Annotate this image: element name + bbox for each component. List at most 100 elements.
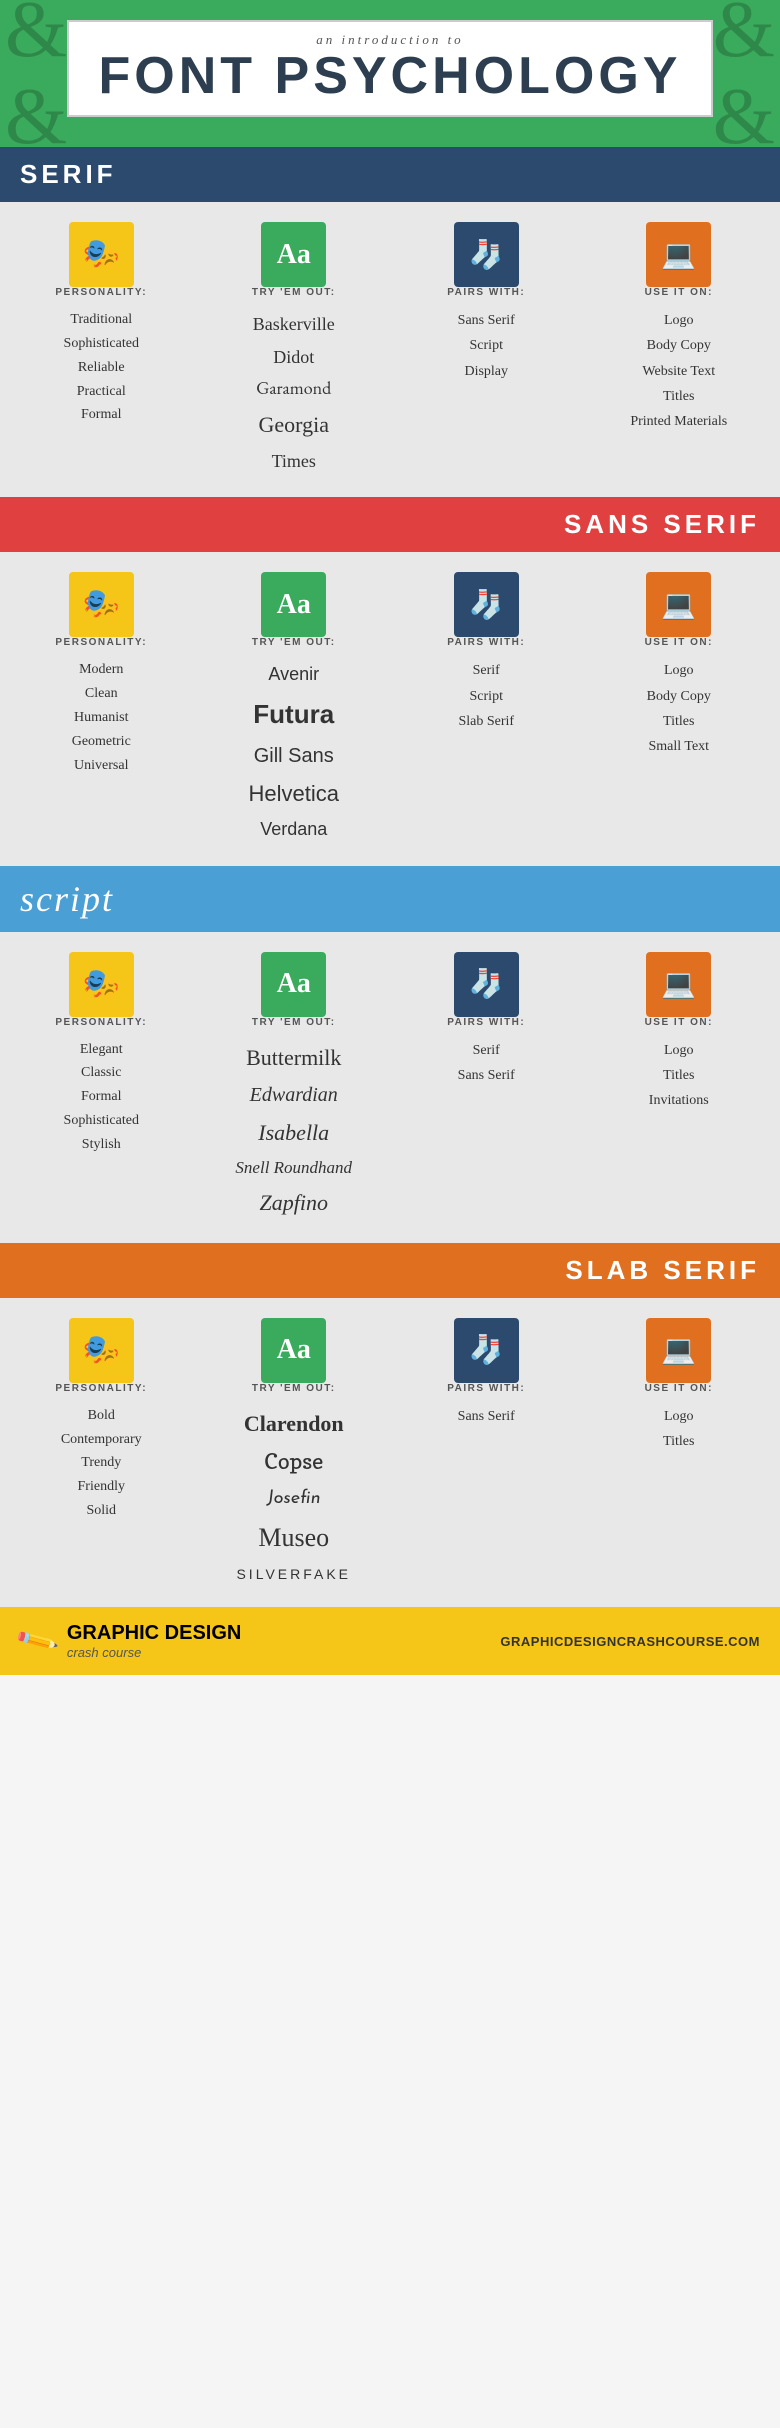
tryout-header: TRY 'EM OUT:: [252, 1017, 336, 1028]
pairs-header: PAIRS WITH:: [447, 637, 525, 648]
col-personality-sans-serif: 🎭PERSONALITY:ModernCleanHumanistGeometri…: [10, 572, 193, 845]
section-content-slab-serif: 🎭PERSONALITY:BoldContemporaryTrendyFrien…: [0, 1298, 780, 1608]
personality-item: Sophisticated: [64, 1109, 139, 1133]
tryout-icon: Aa: [261, 222, 326, 287]
col-useit-serif: 💻USE IT ON:LogoBody CopyWebsite TextTitl…: [588, 222, 771, 477]
section-label-script: script: [0, 866, 780, 932]
col-pairs-script: 🧦PAIRS WITH:SerifSans Serif: [395, 952, 578, 1223]
pairs-icon: 🧦: [454, 222, 519, 287]
tryout-item: Gill Sans: [249, 738, 339, 774]
useit-item: Titles: [649, 1063, 709, 1088]
useit-item: Small Text: [647, 734, 711, 759]
useit-icon: 💻: [646, 952, 711, 1017]
personality-icon: 🎭: [69, 952, 134, 1017]
tryout-header: TRY 'EM OUT:: [252, 637, 336, 648]
pairs-icon: 🧦: [454, 572, 519, 637]
tryout-item: SILVERFAKE: [236, 1562, 351, 1587]
col-useit-script: 💻USE IT ON:LogoTitlesInvitations: [588, 952, 771, 1223]
personality-item: Reliable: [64, 356, 139, 380]
tryout-item: Helvetica: [249, 774, 339, 814]
pairs-item: Script: [458, 684, 514, 709]
pencil-icon: ✏️: [14, 1618, 61, 1665]
personality-item: Humanist: [72, 706, 131, 730]
col-tryout-slab-serif: AaTRY 'EM OUT:ClarendonCopseJosefinMuseo…: [203, 1318, 386, 1588]
useit-item: Invitations: [649, 1088, 709, 1113]
useit-header: USE IT ON:: [645, 637, 713, 648]
pairs-item: Serif: [458, 658, 514, 683]
useit-item: Titles: [663, 1429, 694, 1454]
tryout-icon: Aa: [261, 952, 326, 1017]
useit-item: Logo: [630, 308, 727, 333]
footer-brand-bold: GRAPHIC DESIGN: [67, 1621, 241, 1645]
tryout-item: Buttermilk: [235, 1038, 352, 1078]
tryout-item: Zapfino: [235, 1183, 352, 1223]
tryout-icon: Aa: [261, 572, 326, 637]
personality-item: Stylish: [64, 1133, 139, 1157]
tryout-item: Clarendon: [236, 1404, 351, 1444]
useit-icon: 💻: [646, 572, 711, 637]
section-content-script: 🎭PERSONALITY:ElegantClassicFormalSophist…: [0, 932, 780, 1243]
tryout-header: TRY 'EM OUT:: [252, 1383, 336, 1394]
personality-item: Universal: [72, 754, 131, 778]
pairs-icon: 🧦: [454, 952, 519, 1017]
footer-url: GRAPHICDESIGNCRASHCOURSE.COM: [500, 1634, 760, 1649]
header: & & & & an introduction to FONT PSYCHOLO…: [0, 0, 780, 147]
section-content-sans-serif: 🎭PERSONALITY:ModernCleanHumanistGeometri…: [0, 552, 780, 865]
deco-tl: &: [5, 0, 67, 70]
pairs-item: Sans Serif: [458, 1404, 515, 1429]
personality-icon: 🎭: [69, 1318, 134, 1383]
useit-item: Body Copy: [630, 333, 727, 358]
useit-item: Titles: [630, 384, 727, 409]
header-title-box: an introduction to FONT PSYCHOLOGY: [67, 20, 714, 117]
pairs-item: Sans Serif: [458, 1063, 515, 1088]
useit-header: USE IT ON:: [645, 1017, 713, 1028]
personality-item: Traditional: [64, 308, 139, 332]
personality-item: Formal: [64, 1085, 139, 1109]
tryout-item: Futura: [249, 691, 339, 738]
useit-item: Titles: [647, 709, 711, 734]
footer: ✏️ GRAPHIC DESIGN crash course GRAPHICDE…: [0, 1607, 780, 1675]
col-tryout-serif: AaTRY 'EM OUT:BaskervilleDidotGaramondGe…: [203, 222, 386, 477]
deco-br: &: [713, 77, 775, 147]
personality-icon: 🎭: [69, 222, 134, 287]
useit-item: Printed Materials: [630, 409, 727, 434]
personality-item: Solid: [61, 1499, 142, 1523]
tryout-item: Times: [253, 445, 335, 477]
col-personality-serif: 🎭PERSONALITY:TraditionalSophisticatedRel…: [10, 222, 193, 477]
pairs-item: Serif: [458, 1038, 515, 1063]
personality-header: PERSONALITY:: [55, 1383, 147, 1394]
footer-brand: GRAPHIC DESIGN crash course: [67, 1621, 241, 1661]
pairs-item: Display: [458, 359, 515, 384]
sections-container: SERIF🎭PERSONALITY:TraditionalSophisticat…: [0, 147, 780, 1607]
tryout-item: Baskerville: [253, 308, 335, 340]
personality-item: Formal: [64, 403, 139, 427]
tryout-item: Snell Roundhand: [235, 1153, 352, 1184]
tryout-item: Avenir: [249, 658, 339, 690]
pairs-item: Slab Serif: [458, 709, 514, 734]
useit-item: Logo: [663, 1404, 694, 1429]
personality-item: Friendly: [61, 1475, 142, 1499]
personality-item: Modern: [72, 658, 131, 682]
personality-item: Bold: [61, 1404, 142, 1428]
personality-item: Practical: [64, 380, 139, 404]
personality-icon: 🎭: [69, 572, 134, 637]
col-pairs-slab-serif: 🧦PAIRS WITH:Sans Serif: [395, 1318, 578, 1588]
footer-left: ✏️ GRAPHIC DESIGN crash course: [20, 1621, 241, 1661]
personality-header: PERSONALITY:: [55, 637, 147, 648]
tryout-icon: Aa: [261, 1318, 326, 1383]
col-useit-slab-serif: 💻USE IT ON:LogoTitles: [588, 1318, 771, 1588]
useit-item: Website Text: [630, 359, 727, 384]
col-personality-slab-serif: 🎭PERSONALITY:BoldContemporaryTrendyFrien…: [10, 1318, 193, 1588]
useit-item: Body Copy: [647, 684, 711, 709]
personality-item: Sophisticated: [64, 332, 139, 356]
pairs-item: Script: [458, 333, 515, 358]
useit-item: Logo: [647, 658, 711, 683]
tryout-item: Didot: [253, 341, 335, 373]
tryout-item: Edwardian: [235, 1077, 352, 1113]
personality-item: Geometric: [72, 730, 131, 754]
deco-tr: &: [713, 0, 775, 70]
pairs-header: PAIRS WITH:: [447, 1383, 525, 1394]
useit-icon: 💻: [646, 1318, 711, 1383]
tryout-item: Garamond: [253, 373, 335, 405]
personality-item: Elegant: [64, 1038, 139, 1062]
